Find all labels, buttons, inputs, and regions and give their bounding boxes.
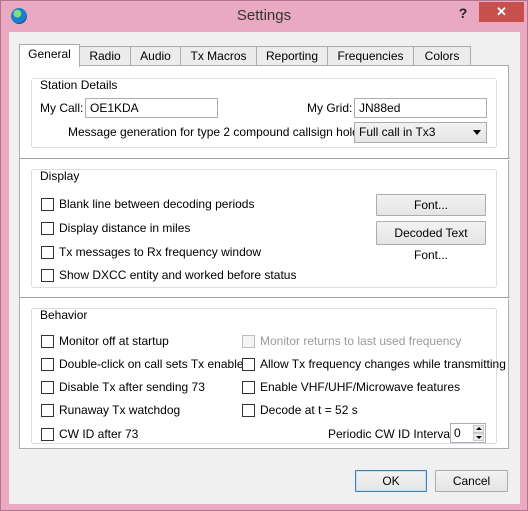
group-title: Display bbox=[40, 169, 80, 183]
dialog-client: General Radio Audio Tx Macros Reporting … bbox=[9, 32, 520, 504]
settings-window: Settings ? ✕ General Radio Audio Tx Macr… bbox=[0, 0, 528, 511]
separator bbox=[20, 297, 510, 299]
decoded-text-font-button[interactable]: Decoded Text Font... bbox=[376, 221, 486, 262]
blank-line-checkbox[interactable] bbox=[41, 198, 54, 211]
cw-id-interval-label: Periodic CW ID Interval: bbox=[328, 427, 457, 441]
tx-to-rx-window-checkbox[interactable] bbox=[41, 246, 54, 259]
tab-frequencies[interactable]: Frequencies bbox=[327, 46, 414, 66]
blank-line-label[interactable]: Blank line between decoding periods bbox=[59, 197, 254, 211]
tab-tx-macros[interactable]: Tx Macros bbox=[180, 46, 257, 66]
station-details-group: Station Details My Call: OE1KDA My Grid:… bbox=[31, 78, 497, 148]
help-button[interactable]: ? bbox=[453, 3, 473, 23]
runaway-watchdog-label[interactable]: Runaway Tx watchdog bbox=[59, 403, 180, 417]
allow-tx-freq-change-checkbox[interactable] bbox=[242, 358, 255, 371]
runaway-watchdog-checkbox[interactable] bbox=[41, 404, 54, 417]
my-grid-input[interactable]: JN88ed bbox=[354, 98, 487, 118]
my-call-label: My Call: bbox=[40, 101, 84, 115]
double-click-tx-label[interactable]: Double-click on call sets Tx enable bbox=[59, 357, 244, 371]
tx-to-rx-window-label[interactable]: Tx messages to Rx frequency window bbox=[59, 245, 261, 259]
general-tab-panel: Station Details My Call: OE1KDA My Grid:… bbox=[19, 65, 510, 449]
tab-label: Reporting bbox=[265, 49, 319, 63]
tab-reporting[interactable]: Reporting bbox=[256, 46, 328, 66]
tab-label: Tx Macros bbox=[190, 49, 247, 63]
tab-radio[interactable]: Radio bbox=[79, 46, 131, 66]
cw-id-after-73-checkbox[interactable] bbox=[41, 428, 54, 441]
show-dxcc-label[interactable]: Show DXCC entity and worked before statu… bbox=[59, 268, 296, 282]
disable-tx-73-label[interactable]: Disable Tx after sending 73 bbox=[59, 380, 205, 394]
group-title: Station Details bbox=[40, 78, 118, 92]
tab-audio[interactable]: Audio bbox=[130, 46, 181, 66]
enable-vhf-checkbox[interactable] bbox=[242, 381, 255, 394]
tab-label: Audio bbox=[140, 49, 171, 63]
title-bar[interactable]: Settings ? ✕ bbox=[1, 1, 527, 32]
spin-value: 0 bbox=[454, 426, 461, 440]
tab-label: Frequencies bbox=[337, 49, 404, 63]
msg-generation-select[interactable]: Full call in Tx3 bbox=[354, 122, 487, 143]
msg-generation-label: Message generation for type 2 compound c… bbox=[68, 125, 379, 139]
disable-tx-73-checkbox[interactable] bbox=[41, 381, 54, 394]
select-value: Full call in Tx3 bbox=[359, 125, 436, 139]
chevron-down-icon bbox=[473, 130, 481, 135]
monitor-returns-label: Monitor returns to last used frequency bbox=[260, 334, 462, 348]
tab-colors[interactable]: Colors bbox=[413, 46, 471, 66]
cw-id-after-73-label[interactable]: CW ID after 73 bbox=[59, 427, 138, 441]
my-call-input[interactable]: OE1KDA bbox=[85, 98, 218, 118]
cancel-button[interactable]: Cancel bbox=[435, 470, 508, 492]
tab-label: Colors bbox=[424, 49, 460, 63]
double-click-tx-checkbox[interactable] bbox=[41, 358, 54, 371]
tab-label: Radio bbox=[89, 49, 121, 63]
close-button[interactable]: ✕ bbox=[479, 2, 524, 22]
window-title: Settings bbox=[236, 7, 292, 24]
show-dxcc-checkbox[interactable] bbox=[41, 269, 54, 282]
group-title: Behavior bbox=[40, 308, 88, 322]
cw-id-interval-spinbox[interactable]: 0 bbox=[450, 423, 486, 443]
monitor-off-checkbox[interactable] bbox=[41, 335, 54, 348]
monitor-off-label[interactable]: Monitor off at startup bbox=[59, 334, 169, 348]
allow-tx-freq-change-label[interactable]: Allow Tx frequency changes while transmi… bbox=[260, 357, 506, 371]
behavior-group: Behavior Monitor off at startup Double-c… bbox=[31, 308, 506, 444]
tab-general[interactable]: General bbox=[19, 44, 80, 67]
ok-button[interactable]: OK bbox=[355, 470, 427, 492]
tab-label: General bbox=[28, 47, 71, 61]
my-grid-label: My Grid: bbox=[307, 101, 353, 115]
enable-vhf-label[interactable]: Enable VHF/UHF/Microwave features bbox=[260, 380, 460, 394]
font-button[interactable]: Font... bbox=[376, 194, 486, 216]
monitor-returns-checkbox bbox=[242, 335, 255, 348]
decode-at-52s-label[interactable]: Decode at t = 52 s bbox=[260, 403, 358, 417]
distance-miles-checkbox[interactable] bbox=[41, 222, 54, 235]
display-group: Display Blank line between decoding peri… bbox=[31, 169, 497, 288]
spin-down-icon[interactable] bbox=[473, 433, 484, 441]
distance-miles-label[interactable]: Display distance in miles bbox=[59, 221, 190, 235]
tab-bar: General Radio Audio Tx Macros Reporting … bbox=[19, 44, 499, 67]
separator bbox=[20, 158, 510, 160]
decode-at-52s-checkbox[interactable] bbox=[242, 404, 255, 417]
spin-up-icon[interactable] bbox=[473, 425, 484, 433]
